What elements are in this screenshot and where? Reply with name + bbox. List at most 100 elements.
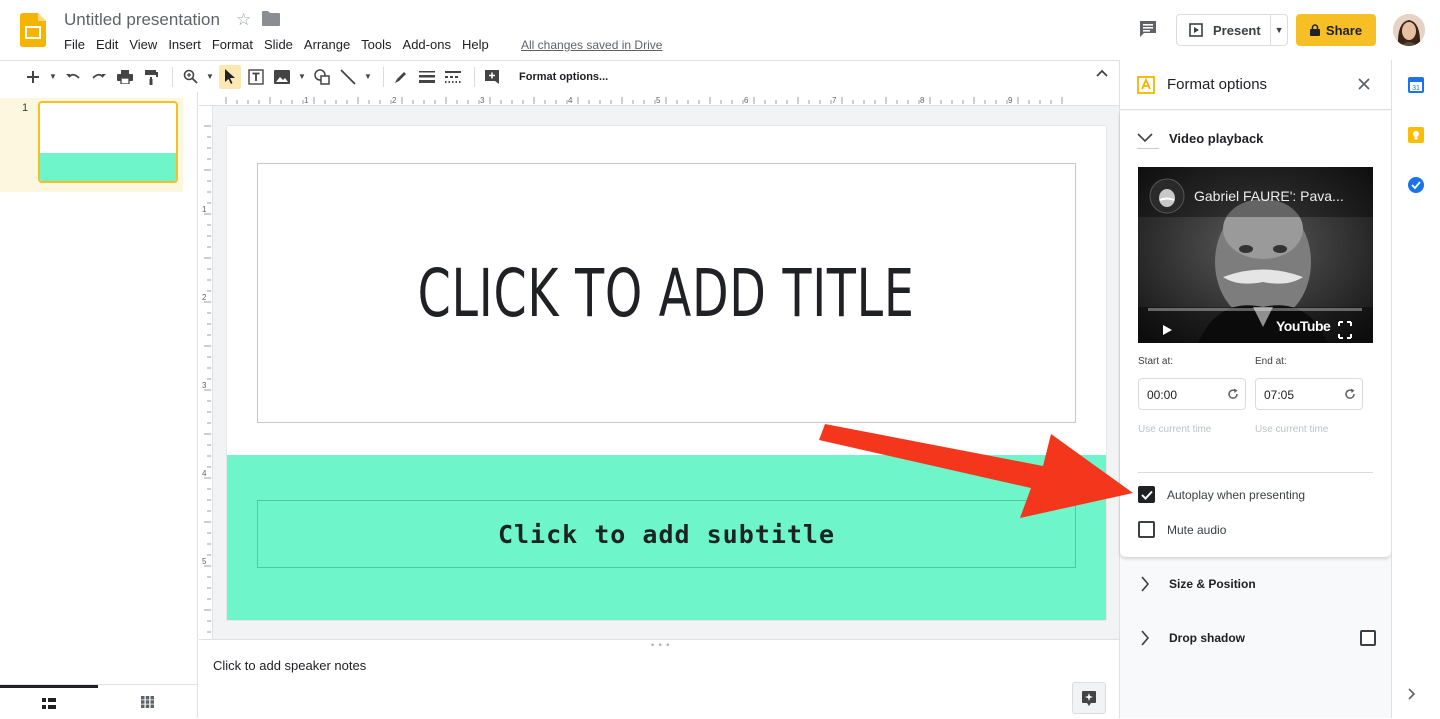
zoom-icon[interactable]: [179, 65, 201, 89]
grid-view-icon[interactable]: [98, 685, 197, 719]
drop-shadow-section[interactable]: Drop shadow: [1120, 624, 1391, 654]
ruler-number: 1: [304, 96, 309, 105]
image-icon[interactable]: [271, 65, 293, 89]
video-preview[interactable]: Gabriel FAURE': Pava... YouTube: [1138, 167, 1373, 343]
slides-logo-icon[interactable]: [20, 13, 46, 47]
start-time-field[interactable]: [1138, 378, 1246, 410]
ruler-number: 3: [480, 96, 485, 105]
print-icon[interactable]: [114, 65, 136, 89]
video-progress-track[interactable]: [1148, 308, 1362, 311]
comment-history-icon[interactable]: [1138, 19, 1158, 39]
mute-audio-option[interactable]: Mute audio: [1138, 521, 1226, 538]
zoom-dropdown-icon[interactable]: ▼: [205, 65, 215, 89]
present-icon: [1189, 23, 1203, 37]
end-time-field[interactable]: [1255, 378, 1363, 410]
new-slide-icon[interactable]: [22, 65, 44, 89]
section-underline: [1137, 148, 1159, 149]
format-options-button[interactable]: Format options...: [519, 71, 608, 83]
present-button[interactable]: Present ▼: [1176, 14, 1288, 46]
new-slide-dropdown-icon[interactable]: ▼: [48, 65, 58, 89]
menu-format[interactable]: Format: [212, 37, 253, 52]
start-time-input[interactable]: [1147, 388, 1217, 402]
slide-canvas[interactable]: Click to add title Click to add subtitle: [213, 106, 1119, 639]
menu-tools[interactable]: Tools: [361, 37, 391, 52]
speaker-notes[interactable]: • • • Click to add speaker notes: [199, 639, 1119, 718]
select-cursor-icon[interactable]: [219, 64, 241, 89]
share-button[interactable]: Share: [1296, 14, 1376, 46]
filmstrip-view-switcher: [0, 684, 197, 718]
ruler-number: 4: [568, 96, 573, 105]
shape-icon[interactable]: [311, 65, 333, 89]
title-placeholder[interactable]: Click to add title: [257, 163, 1076, 423]
menu-help[interactable]: Help: [462, 37, 489, 52]
folder-icon[interactable]: [262, 11, 280, 26]
panel-header: Format options: [1120, 60, 1391, 110]
border-weight-icon[interactable]: [416, 65, 438, 89]
account-avatar[interactable]: [1393, 14, 1425, 46]
explore-icon: [1081, 690, 1097, 706]
border-dash-icon[interactable]: [442, 65, 464, 89]
explore-button[interactable]: [1072, 682, 1106, 714]
keep-icon[interactable]: [1408, 127, 1424, 143]
end-time-input[interactable]: [1264, 388, 1334, 402]
mute-audio-label: Mute audio: [1167, 522, 1227, 537]
autoplay-checkbox[interactable]: [1138, 486, 1155, 503]
menu-edit[interactable]: Edit: [96, 37, 118, 52]
calendar-icon[interactable]: 31: [1408, 77, 1424, 93]
menu-insert[interactable]: Insert: [168, 37, 201, 52]
paint-format-icon[interactable]: [140, 65, 162, 89]
close-icon[interactable]: [1358, 78, 1370, 90]
chevron-down-icon[interactable]: [1137, 133, 1153, 143]
ruler-number: 6: [744, 96, 749, 105]
menu-slide[interactable]: Slide: [264, 37, 293, 52]
undo-icon[interactable]: [62, 65, 84, 89]
chevron-right-icon: [1140, 576, 1150, 592]
toolbar-divider: [172, 66, 173, 87]
border-color-icon[interactable]: [390, 65, 412, 89]
mute-audio-checkbox[interactable]: [1138, 521, 1155, 538]
menu-arrange[interactable]: Arrange: [304, 37, 350, 52]
add-comment-icon[interactable]: [481, 65, 503, 89]
speaker-notes-placeholder[interactable]: Click to add speaker notes: [213, 658, 366, 673]
present-label: Present: [1213, 22, 1261, 38]
slide-thumbnail-row[interactable]: 1: [0, 98, 183, 192]
horizontal-ruler[interactable]: 1 2 3 4 5 6 7 8 9: [199, 92, 1119, 106]
ruler-number: 2: [202, 293, 207, 302]
slide[interactable]: Click to add title Click to add subtitle: [227, 126, 1106, 620]
star-icon[interactable]: ☆: [236, 10, 251, 30]
menu-view[interactable]: View: [129, 37, 157, 52]
autoplay-option[interactable]: Autoplay when presenting: [1138, 486, 1305, 503]
ruler-number: 1: [202, 205, 207, 214]
refresh-icon[interactable]: [1344, 388, 1356, 400]
refresh-icon[interactable]: [1227, 388, 1239, 400]
image-dropdown-icon[interactable]: ▼: [297, 65, 307, 89]
slide-thumbnail[interactable]: [38, 101, 178, 183]
redo-icon[interactable]: [88, 65, 110, 89]
menu-add-ons[interactable]: Add-ons: [403, 37, 451, 52]
save-status-link[interactable]: All changes saved in Drive: [521, 38, 662, 52]
autoplay-label: Autoplay when presenting: [1167, 487, 1306, 502]
size-position-section[interactable]: Size & Position: [1120, 570, 1391, 600]
drop-shadow-checkbox[interactable]: [1360, 630, 1376, 646]
video-playback-section: Video playback Gabriel FAURE': Pava... Y…: [1120, 111, 1391, 557]
tasks-icon[interactable]: [1408, 177, 1424, 193]
video-playback-title[interactable]: Video playback: [1169, 131, 1263, 146]
vertical-ruler[interactable]: 1 2 3 4 5: [199, 106, 213, 639]
menu-file[interactable]: File: [64, 37, 85, 52]
chevron-right-icon[interactable]: [1408, 688, 1416, 700]
title-text: Click to add title: [418, 254, 915, 332]
video-title[interactable]: Gabriel FAURE': Pava...: [1194, 188, 1344, 204]
line-icon[interactable]: [337, 65, 359, 89]
youtube-logo[interactable]: YouTube: [1276, 318, 1331, 334]
filmstrip-view-icon[interactable]: [0, 685, 98, 719]
text-box-icon[interactable]: [245, 65, 267, 89]
line-dropdown-icon[interactable]: ▼: [363, 65, 373, 89]
size-position-title: Size & Position: [1169, 577, 1256, 591]
document-title[interactable]: Untitled presentation: [64, 10, 220, 30]
chevron-up-icon[interactable]: [1096, 69, 1108, 77]
present-dropdown-icon[interactable]: ▼: [1271, 25, 1287, 35]
notes-resize-handle[interactable]: • • •: [651, 640, 670, 650]
end-at-label: End at:: [1255, 356, 1287, 367]
drop-shadow-title: Drop shadow: [1169, 631, 1246, 645]
side-panel-strip: 31: [1391, 60, 1440, 718]
